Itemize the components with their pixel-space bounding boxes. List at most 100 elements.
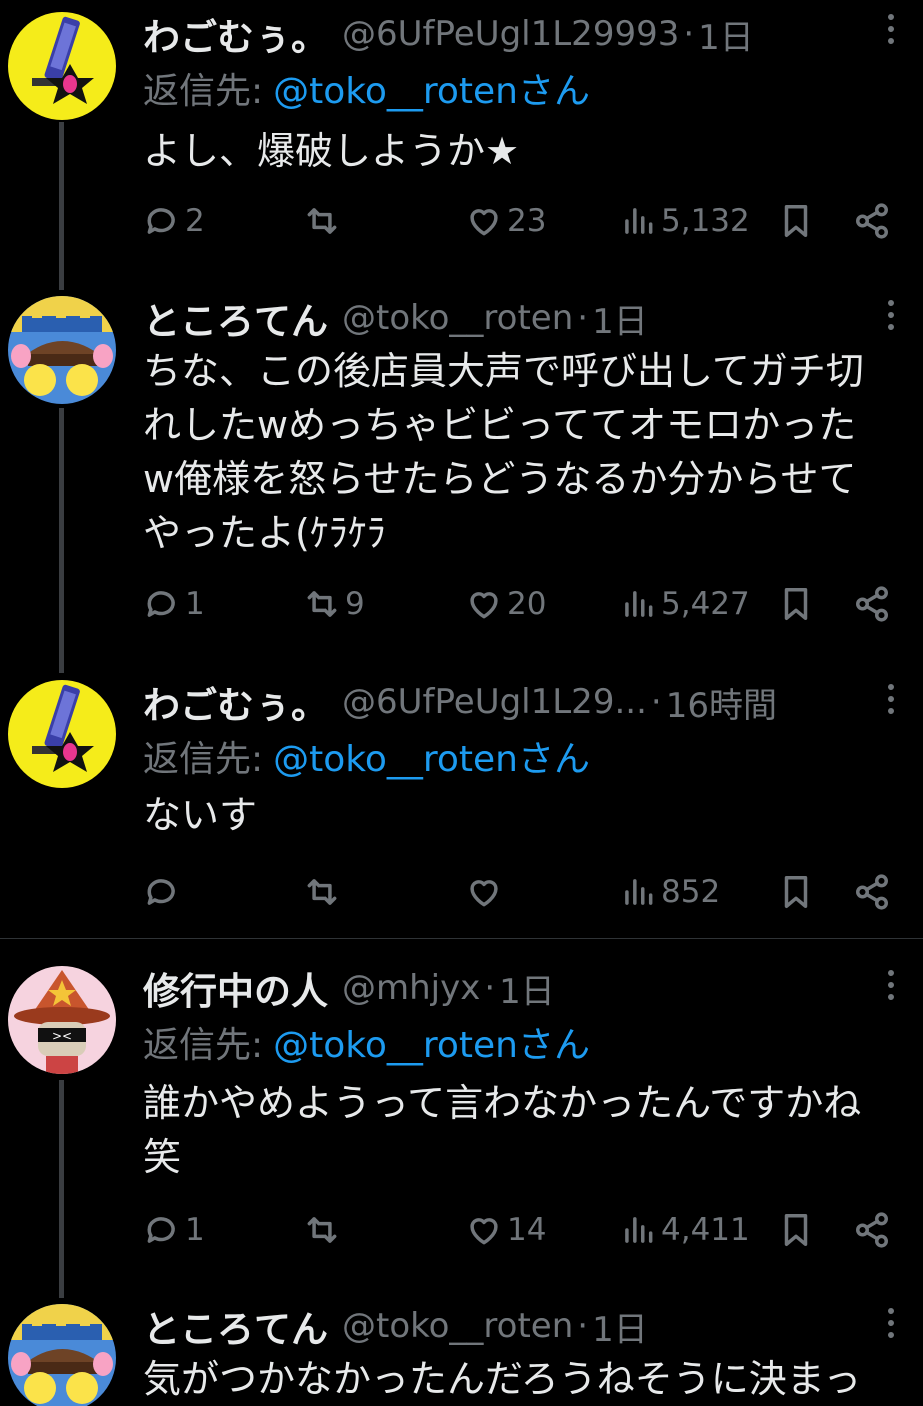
repost-button[interactable] [303, 864, 345, 920]
post-mhjyx[interactable]: >< 修行中の人 @mhjyx · 1日 返信先: @toko__rotenさん… [0, 958, 923, 1278]
avatar-tokoroten[interactable] [8, 1304, 116, 1406]
more-options-icon[interactable] [881, 1302, 901, 1352]
display-name[interactable]: わごむぅ。 [143, 675, 328, 729]
display-name[interactable]: 修行中の人 [143, 961, 328, 1015]
post-header: わごむぅ。 @6UfPeUgl1L29... · 16時間 [143, 672, 863, 732]
reply-to-link[interactable]: @toko__rotenさん [273, 730, 590, 782]
share-button[interactable] [853, 576, 891, 632]
separator-dot: · [650, 682, 662, 722]
avatar-wagomu[interactable] [8, 680, 116, 788]
post-text: ないす [143, 793, 258, 837]
bookmark-button[interactable] [777, 576, 815, 632]
repost-arrows-icon [307, 591, 337, 617]
reply-to-label: 返信先: [143, 71, 264, 112]
bookmark-icon [784, 876, 808, 908]
reply-to-suffix[interactable]: さん [518, 739, 590, 780]
reply-to-link[interactable]: @toko__rotenさん [273, 1016, 590, 1068]
bar-chart-icon [625, 591, 653, 617]
more-options-icon[interactable] [881, 678, 901, 728]
share-icon [856, 586, 888, 622]
repost-arrows-icon [307, 879, 337, 905]
heart-icon [470, 880, 498, 907]
post-wagomu-1[interactable]: わごむぅ。 @6UfPeUgl1L29993 · 1日 返信先: @toko__… [0, 0, 923, 260]
views-button[interactable]: 5,427 [619, 576, 750, 632]
reply-button[interactable] [143, 864, 185, 920]
separator-dot: · [484, 968, 496, 1008]
post-header: 修行中の人 @mhjyx · 1日 [143, 958, 863, 1018]
user-handle[interactable]: @mhjyx [342, 968, 480, 1008]
views-button[interactable]: 852 [619, 864, 720, 920]
bookmark-icon [784, 205, 808, 237]
like-button[interactable]: 23 [465, 193, 546, 249]
reply-to-suffix[interactable]: さん [518, 1025, 590, 1066]
avatar-wagomu[interactable] [8, 12, 116, 120]
like-button[interactable]: 14 [465, 1202, 546, 1258]
like-count: 20 [507, 586, 547, 622]
action-bar: 1 9 20 5,427 [143, 576, 903, 632]
view-count: 5,427 [661, 586, 750, 622]
post-text: よし、爆破しようか★ [143, 129, 520, 173]
timestamp[interactable]: 1日 [592, 294, 648, 343]
display-name[interactable]: ところてん [143, 1299, 328, 1353]
reply-to-handle[interactable]: @toko__roten [273, 71, 518, 112]
action-bar: 2 23 5,132 [143, 193, 903, 249]
repost-button[interactable] [303, 1202, 345, 1258]
heart-icon [470, 209, 498, 236]
reply-to-line: 返信先: @toko__rotenさん [143, 728, 590, 784]
user-handle[interactable]: @toko__roten [342, 298, 573, 338]
views-button[interactable]: 5,132 [619, 193, 750, 249]
reply-to-suffix[interactable]: さん [518, 71, 590, 112]
view-count: 5,132 [661, 203, 750, 239]
post-header: わごむぅ。 @6UfPeUgl1L29993 · 1日 [143, 4, 863, 64]
reply-to-line: 返信先: @toko__rotenさん [143, 60, 590, 116]
svg-text:><: >< [52, 1029, 72, 1043]
reply-to-handle[interactable]: @toko__roten [273, 739, 518, 780]
more-options-icon[interactable] [881, 294, 901, 344]
post-tokoroten-1[interactable]: ところてん @toko__roten · 1日 ちな、この後店員大声で呼び出して… [0, 290, 923, 660]
repost-count: 9 [345, 586, 365, 622]
share-button[interactable] [853, 864, 891, 920]
heart-icon [470, 1218, 498, 1245]
post-text: ちな、この後店員大声で呼び出してガチ切 れしたwめっちゃビビっててオモロかった … [143, 349, 864, 555]
share-button[interactable] [853, 193, 891, 249]
separator-dot: · [683, 14, 695, 54]
user-handle[interactable]: @toko__roten [342, 1306, 573, 1346]
view-count: 852 [661, 874, 721, 910]
like-button[interactable] [465, 864, 507, 920]
reply-to-link[interactable]: @toko__rotenさん [273, 62, 590, 114]
share-button[interactable] [853, 1202, 891, 1258]
bookmark-button[interactable] [777, 193, 815, 249]
user-handle[interactable]: @6UfPeUgl1L29... [342, 682, 647, 722]
repost-button[interactable] [303, 193, 345, 249]
more-options-icon[interactable] [881, 964, 901, 1014]
like-count: 14 [507, 1212, 547, 1248]
reply-button[interactable]: 1 [143, 1202, 205, 1258]
timestamp[interactable]: 1日 [698, 10, 754, 59]
reply-to-handle[interactable]: @toko__roten [273, 1025, 518, 1066]
post-tokoroten-2[interactable]: ところてん @toko__roten · 1日 気がつかなかったんだろうねそうに… [0, 1298, 923, 1406]
bar-chart-icon [625, 879, 653, 905]
bookmark-button[interactable] [777, 1202, 815, 1258]
heart-icon [470, 592, 498, 619]
display-name[interactable]: ところてん [143, 291, 328, 345]
reply-button[interactable]: 1 [143, 576, 205, 632]
display-name[interactable]: わごむぅ。 [143, 7, 328, 61]
reply-to-label: 返信先: [143, 1025, 264, 1066]
timestamp[interactable]: 16時間 [666, 678, 777, 727]
like-button[interactable]: 20 [465, 576, 546, 632]
views-button[interactable]: 4,411 [619, 1202, 750, 1258]
avatar-mhjyx[interactable]: >< [8, 966, 116, 1074]
reply-to-label: 返信先: [143, 739, 264, 780]
bookmark-icon [784, 1214, 808, 1246]
reply-button[interactable]: 2 [143, 193, 205, 249]
timestamp[interactable]: 1日 [499, 964, 555, 1013]
speech-bubble-icon [147, 208, 175, 234]
post-wagomu-2[interactable]: わごむぅ。 @6UfPeUgl1L29... · 16時間 返信先: @toko… [0, 672, 923, 937]
repost-button[interactable]: 9 [303, 576, 365, 632]
more-options-icon[interactable] [881, 8, 901, 58]
user-handle[interactable]: @6UfPeUgl1L29993 [342, 14, 679, 54]
bookmark-button[interactable] [777, 864, 815, 920]
avatar-tokoroten[interactable] [8, 296, 116, 404]
post-divider [0, 938, 923, 939]
timestamp[interactable]: 1日 [592, 1302, 648, 1351]
